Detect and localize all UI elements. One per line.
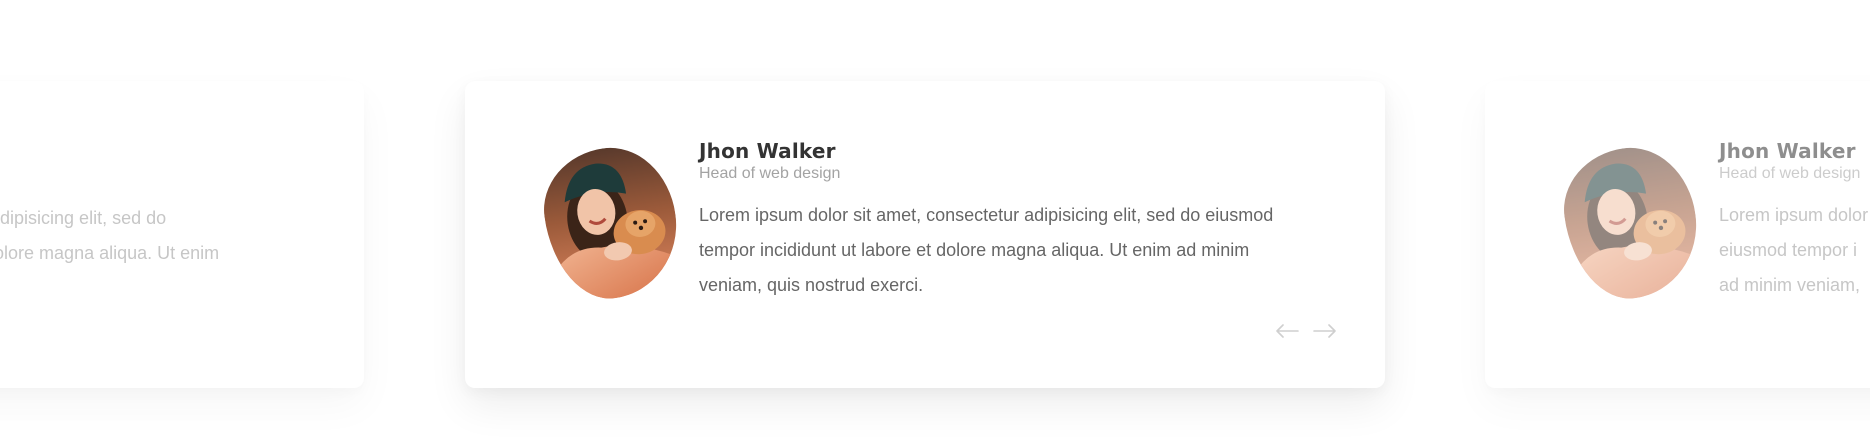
testimonial-quote: Lorem ipsum dolor eiusmod tempor i ad mi… <box>1719 198 1870 303</box>
testimonial-card-previous[interactable]: tur adipisicing elit, sed do et dolore m… <box>0 81 364 388</box>
testimonial-role: Head of web design <box>1719 165 1861 182</box>
testimonial-card-active: Jhon Walker Head of web design Lorem ips… <box>465 81 1385 388</box>
testimonial-quote: Lorem ipsum dolor sit amet, consectetur … <box>699 205 1274 295</box>
quote-line: eiusmod tempor i <box>1719 240 1858 260</box>
avatar <box>536 139 686 307</box>
prev-button[interactable] <box>1275 324 1299 338</box>
next-button[interactable] <box>1313 324 1337 338</box>
testimonial-carousel: tur adipisicing elit, sed do et dolore m… <box>0 0 1870 443</box>
testimonial-name: Jhon Walker <box>699 139 836 163</box>
arrow-left-icon <box>1276 324 1299 338</box>
quote-line: ad minim veniam, <box>1719 275 1861 295</box>
arrow-right-icon <box>1313 324 1336 338</box>
testimonial-card-next[interactable]: Jhon Walker Head of web design Lorem ips… <box>1485 81 1870 388</box>
quote-line: Lorem ipsum dolor <box>1719 205 1869 225</box>
testimonial-content: Jhon Walker Head of web design Lorem ips… <box>699 139 1319 303</box>
testimonial-content: Jhon Walker Head of web design Lorem ips… <box>1719 139 1870 303</box>
testimonial-name: Jhon Walker <box>1719 139 1856 163</box>
avatar <box>1556 139 1706 307</box>
carousel-controls <box>1275 324 1337 338</box>
testimonial-role: Head of web design <box>699 165 841 182</box>
